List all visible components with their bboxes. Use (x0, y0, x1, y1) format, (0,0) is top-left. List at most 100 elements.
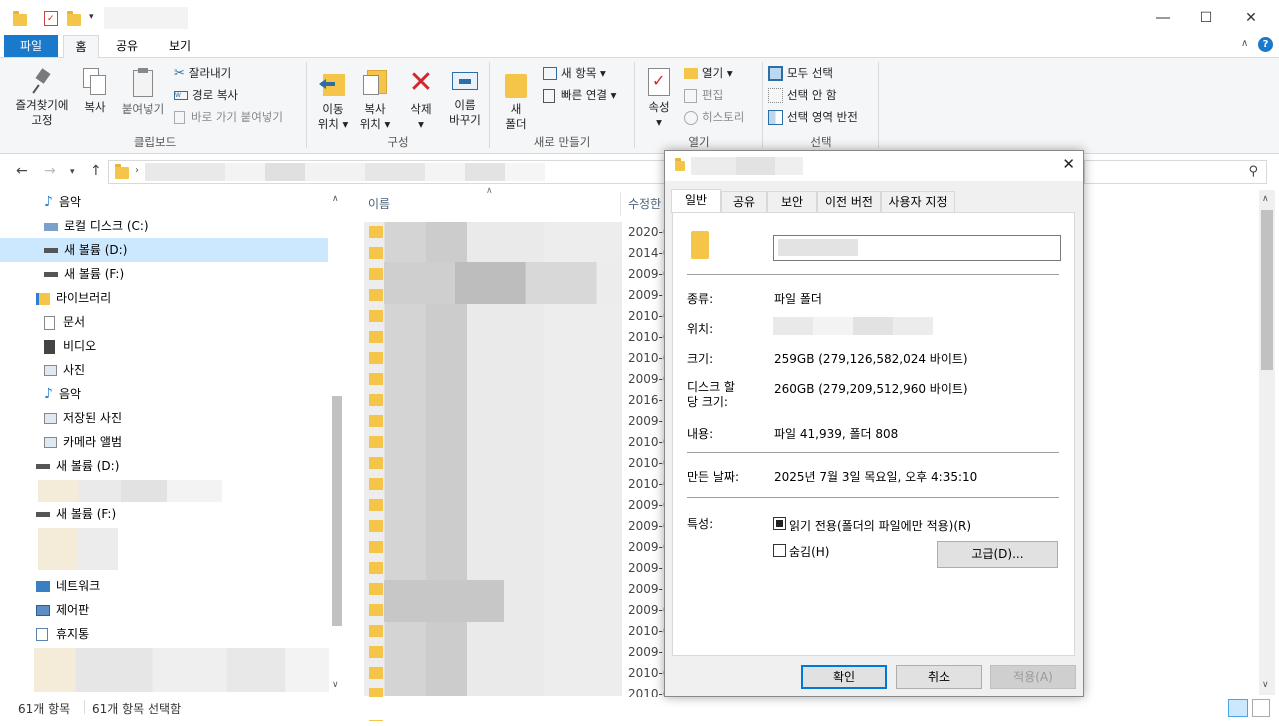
copy-to-button[interactable]: 복사 위치 ▾ (354, 66, 396, 132)
tab-general[interactable]: 일반 (671, 189, 721, 213)
readonly-label[interactable]: 읽기 전용(폴더의 파일에만 적용)(R) (789, 517, 971, 534)
menu-view[interactable]: 보기 (160, 35, 200, 57)
cancel-button[interactable]: 취소 (896, 665, 982, 689)
select-all-button[interactable]: 모두 선택 (768, 65, 833, 81)
invert-selection-button[interactable]: 선택 영역 반전 (768, 109, 858, 125)
hidden-label[interactable]: 숨김(H) (789, 543, 829, 560)
file-row-date[interactable]: 2009-0 (628, 495, 668, 516)
file-row-date[interactable]: 2010-0 (628, 474, 668, 495)
scroll-down-icon[interactable]: ∨ (332, 680, 339, 690)
nav-item-videos[interactable]: 비디오 (0, 334, 328, 358)
file-row-date[interactable]: 2020-0 (628, 222, 668, 243)
file-row-date[interactable]: 2010-0 (628, 621, 668, 642)
hidden-checkbox[interactable] (773, 544, 786, 557)
move-to-button[interactable]: 이동 위치 ▾ (312, 66, 354, 132)
file-row-date[interactable]: 2009-0 (628, 264, 668, 285)
file-row-date[interactable]: 2014-0 (628, 243, 668, 264)
help-icon[interactable]: ? (1258, 37, 1273, 52)
tab-sharing[interactable]: 공유 (721, 191, 767, 213)
file-row-date[interactable]: 2009-0 (628, 369, 668, 390)
copy-button[interactable]: 복사 (78, 66, 112, 115)
file-row-date[interactable]: 2009- (628, 642, 668, 663)
large-icons-view-icon[interactable] (1252, 699, 1270, 717)
scroll-down-icon[interactable]: ∨ (1262, 680, 1269, 690)
up-button[interactable]: ↑ (90, 163, 102, 179)
nav-item-drive-f-2[interactable]: 새 볼륨 (F:) (0, 502, 328, 526)
file-row-date[interactable]: 2009- (628, 558, 668, 579)
readonly-checkbox[interactable] (773, 517, 786, 530)
close-button[interactable]: ✕ (1228, 6, 1274, 30)
open-button[interactable]: 열기 ▾ (684, 65, 733, 81)
column-header-modified[interactable]: 수정한 (628, 192, 668, 216)
tab-security[interactable]: 보안 (767, 191, 817, 213)
scroll-up-icon[interactable]: ∧ (332, 194, 339, 204)
file-row-date[interactable]: 2009- (628, 579, 668, 600)
file-row-date[interactable]: 2009-0 (628, 516, 668, 537)
select-none-button[interactable]: 선택 안 함 (768, 87, 837, 103)
nav-item-saved-pictures[interactable]: 저장된 사진 (0, 406, 328, 430)
paste-button[interactable]: 붙여넣기 (118, 66, 168, 117)
file-row-date[interactable]: 2010-0 (628, 306, 668, 327)
pin-button[interactable]: 즐겨찾기에 고정 (8, 66, 76, 128)
file-row-date[interactable]: 2010-0 (628, 453, 668, 474)
qa-dropdown-icon[interactable]: ▾ (89, 12, 94, 22)
qa-properties-icon[interactable]: ✓ (44, 11, 58, 26)
nav-item-drive-f[interactable]: 새 볼륨 (F:) (0, 262, 328, 286)
filelist-scrollbar[interactable]: ∧ ∨ (1259, 190, 1275, 695)
nav-item-network[interactable]: 네트워크 (0, 574, 328, 598)
qa-newfolder-icon[interactable] (67, 11, 81, 26)
nav-item-pictures[interactable]: 사진 (0, 358, 328, 382)
nav-item-drive-c[interactable]: 로컬 디스크 (C:) (0, 214, 328, 238)
new-item-button[interactable]: 새 항목 ▾ (543, 65, 606, 81)
delete-button[interactable]: ✕ 삭제 ▾ (404, 66, 438, 132)
nav-item-drive-d-2[interactable]: 새 볼륨 (D:) (0, 454, 328, 478)
file-row-date[interactable]: 2010-0 (628, 327, 668, 348)
menu-file[interactable]: 파일 (4, 35, 58, 57)
folder-name-field[interactable] (773, 235, 1061, 261)
edit-button[interactable]: 편집 (684, 87, 723, 103)
nav-item-drive-d[interactable]: 새 볼륨 (D:) (0, 238, 328, 262)
file-row-date[interactable]: 2016- (628, 390, 668, 411)
advanced-button[interactable]: 고급(D)... (937, 541, 1058, 568)
paste-shortcut-button[interactable]: 바로 가기 붙여넣기 (174, 109, 283, 125)
search-box[interactable]: ⚲ (1084, 160, 1267, 184)
nav-item-music[interactable]: ♪ 음악 (0, 190, 328, 214)
history-button[interactable]: 히스토리 (684, 109, 744, 125)
file-row-date[interactable]: 2009- (628, 411, 668, 432)
file-row-date[interactable]: 2010-0 (628, 432, 668, 453)
scroll-up-icon[interactable]: ∧ (1262, 194, 1269, 204)
minimize-button[interactable]: ― (1140, 6, 1186, 30)
nav-item-camera-roll[interactable]: 카메라 앨범 (0, 430, 328, 454)
properties-button[interactable]: ✓ 속성 ▾ (640, 66, 678, 130)
address-box[interactable]: › (108, 160, 668, 184)
back-button[interactable]: ← (16, 163, 28, 179)
column-header-name[interactable]: 이름 (368, 192, 618, 216)
nav-item-control-panel[interactable]: 제어판 (0, 598, 328, 622)
dialog-close-button[interactable]: ✕ (1062, 155, 1075, 173)
cut-button[interactable]: ✂ 잘라내기 (174, 65, 231, 82)
new-folder-button[interactable]: 새 폴더 (499, 66, 533, 132)
copy-path-button[interactable]: W 경로 복사 (174, 87, 238, 103)
qa-folder-icon[interactable] (13, 11, 27, 26)
nav-scrollbar[interactable]: ∧ ∨ (329, 190, 345, 695)
recent-dropdown-icon[interactable]: ▾ (70, 167, 75, 177)
file-row-date[interactable]: 2010-0 (628, 348, 668, 369)
filelist-scrollbar-thumb[interactable] (1261, 210, 1273, 370)
menu-share[interactable]: 공유 (108, 35, 146, 57)
nav-item-recycle-bin[interactable]: 휴지통 (0, 622, 328, 646)
nav-scrollbar-thumb[interactable] (332, 396, 342, 626)
column-divider[interactable] (620, 192, 621, 216)
nav-item-documents[interactable]: 문서 (0, 310, 328, 334)
tab-customize[interactable]: 사용자 지정 (881, 191, 955, 213)
details-view-icon[interactable] (1228, 699, 1248, 717)
file-row-date[interactable]: 2009- (628, 285, 668, 306)
file-row-date[interactable]: 2010-0 (628, 663, 668, 684)
easy-access-button[interactable]: 빠른 연결 ▾ (543, 87, 616, 103)
ok-button[interactable]: 확인 (801, 665, 887, 689)
forward-button[interactable]: → (44, 163, 56, 179)
rename-button[interactable]: 이름 바꾸기 (444, 66, 486, 128)
nav-item-music-2[interactable]: ♪ 음악 (0, 382, 328, 406)
file-row-date[interactable]: 2009-0 (628, 600, 668, 621)
menu-home[interactable]: 홈 (63, 35, 99, 59)
file-row-date[interactable]: 2009-0 (628, 537, 668, 558)
